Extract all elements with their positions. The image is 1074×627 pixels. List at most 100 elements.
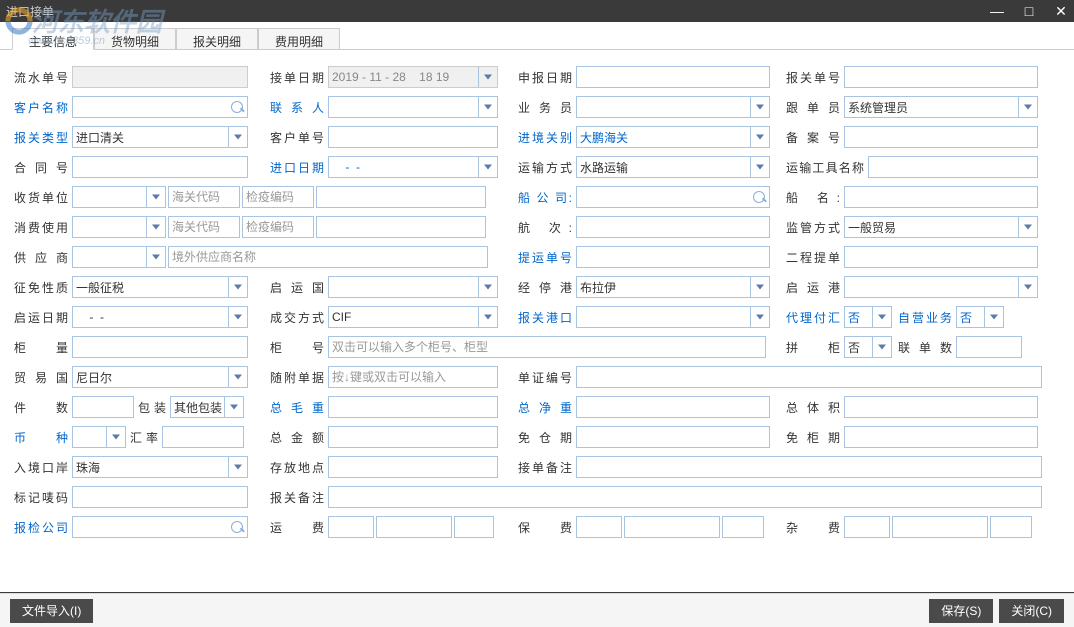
lbl-storage-loc: 存放地点: [270, 459, 328, 476]
container-qty-input[interactable]: [72, 336, 248, 358]
volume-input[interactable]: [844, 396, 1038, 418]
tab-cargo-detail[interactable]: 货物明细: [94, 28, 176, 49]
accept-remark-input[interactable]: [576, 456, 1042, 478]
contract-no-input[interactable]: [72, 156, 248, 178]
file-import-button[interactable]: 文件导入(I): [10, 599, 93, 623]
tab-fee-detail[interactable]: 费用明细: [258, 28, 340, 49]
contact-select[interactable]: [328, 96, 498, 118]
bl-no-input[interactable]: [576, 246, 770, 268]
lbl-customs-type: 报关类型: [14, 129, 72, 146]
container-no-input[interactable]: [328, 336, 766, 358]
ship-company-input[interactable]: [576, 186, 770, 208]
trade-term-select[interactable]: [328, 306, 498, 328]
storage-loc-input[interactable]: [328, 456, 498, 478]
declare-date-input[interactable]: [576, 66, 770, 88]
transport-mode-select[interactable]: [576, 156, 770, 178]
tab-customs-detail[interactable]: 报关明细: [176, 28, 258, 49]
lbl-accept-remark: 接单备注: [518, 459, 576, 476]
freight-input2[interactable]: [376, 516, 452, 538]
supervision-select[interactable]: [844, 216, 1038, 238]
voyage-input[interactable]: [576, 216, 770, 238]
lbl-follower: 跟 单 员: [786, 99, 844, 116]
misc-input3[interactable]: [990, 516, 1032, 538]
consumer-select[interactable]: [72, 216, 166, 238]
attach-doc-input[interactable]: [328, 366, 498, 388]
second-bl-input[interactable]: [844, 246, 1038, 268]
lbl-levy: 征免性质: [14, 279, 72, 296]
consignee-name[interactable]: [316, 186, 486, 208]
insurance-input1[interactable]: [576, 516, 622, 538]
accept-date-input[interactable]: [328, 66, 498, 88]
consignee-select[interactable]: [72, 186, 166, 208]
supplier-select[interactable]: [72, 246, 166, 268]
lbl-sheet-count: 联 单 数: [898, 339, 956, 356]
ship-name-input[interactable]: [844, 186, 1038, 208]
customs-type-select[interactable]: [72, 126, 248, 148]
close-button[interactable]: 关闭(C): [999, 599, 1064, 623]
misc-input1[interactable]: [844, 516, 890, 538]
marks-input[interactable]: [72, 486, 248, 508]
save-button[interactable]: 保存(S): [929, 599, 993, 623]
serial-no-input[interactable]: [72, 66, 248, 88]
lbl-ship-name: 船 名:: [786, 189, 844, 206]
declare-port-select[interactable]: [576, 306, 770, 328]
lbl-net-weight: 总 净 重: [518, 399, 576, 416]
close-icon[interactable]: ✕: [1054, 4, 1068, 18]
misc-input2[interactable]: [892, 516, 988, 538]
lbl-stop-port: 经 停 港: [518, 279, 576, 296]
insurance-input3[interactable]: [722, 516, 764, 538]
depart-date-input[interactable]: [72, 306, 248, 328]
customs-no-input[interactable]: [844, 66, 1038, 88]
entry-customs-select[interactable]: [576, 126, 770, 148]
consumer-name[interactable]: [316, 216, 486, 238]
follower-select[interactable]: [844, 96, 1038, 118]
trade-country-select[interactable]: [72, 366, 248, 388]
customer-no-input[interactable]: [328, 126, 498, 148]
rate-input[interactable]: [162, 426, 244, 448]
lbl-declare-date: 申报日期: [518, 69, 576, 86]
salesman-select[interactable]: [576, 96, 770, 118]
lbl-consumer: 消费使用: [14, 219, 72, 236]
combine-select[interactable]: [844, 336, 892, 358]
packing-select[interactable]: [170, 396, 244, 418]
doc-no-input[interactable]: [576, 366, 1042, 388]
lbl-accept-date: 接单日期: [270, 69, 328, 86]
agent-pay-select[interactable]: [844, 306, 892, 328]
levy-select[interactable]: [72, 276, 248, 298]
insurance-input2[interactable]: [624, 516, 720, 538]
import-date-input[interactable]: [328, 156, 498, 178]
free-storage-input[interactable]: [576, 426, 770, 448]
stop-port-select[interactable]: [576, 276, 770, 298]
supplier-name[interactable]: [168, 246, 488, 268]
net-weight-input[interactable]: [576, 396, 770, 418]
freight-input1[interactable]: [328, 516, 374, 538]
consumer-customs-code[interactable]: [168, 216, 240, 238]
customs-remark-input[interactable]: [328, 486, 1042, 508]
maximize-icon[interactable]: □: [1022, 4, 1036, 18]
lbl-contact: 联 系 人: [270, 99, 328, 116]
tab-main-info[interactable]: 主要信息: [12, 28, 94, 50]
consumer-quarantine-code[interactable]: [242, 216, 314, 238]
lbl-container-qty: 柜 量: [14, 339, 72, 356]
inspect-co-input[interactable]: [72, 516, 248, 538]
sheet-count-input[interactable]: [956, 336, 1022, 358]
free-container-input[interactable]: [844, 426, 1038, 448]
currency-select[interactable]: [72, 426, 126, 448]
gross-weight-input[interactable]: [328, 396, 498, 418]
record-no-input[interactable]: [844, 126, 1038, 148]
lbl-declare-port: 报关港口: [518, 309, 576, 326]
self-biz-select[interactable]: [956, 306, 1004, 328]
consignee-quarantine-code[interactable]: [242, 186, 314, 208]
minimize-icon[interactable]: —: [990, 4, 1004, 18]
freight-input3[interactable]: [454, 516, 494, 538]
entry-port-select[interactable]: [72, 456, 248, 478]
depart-port-select[interactable]: [844, 276, 1038, 298]
transport-tool-input[interactable]: [868, 156, 1038, 178]
lbl-free-container: 免 柜 期: [786, 429, 844, 446]
customer-input[interactable]: [72, 96, 248, 118]
qty-input[interactable]: [72, 396, 134, 418]
total-amount-input[interactable]: [328, 426, 498, 448]
lbl-freight: 运 费: [270, 519, 328, 536]
depart-country-select[interactable]: [328, 276, 498, 298]
consignee-customs-code[interactable]: [168, 186, 240, 208]
